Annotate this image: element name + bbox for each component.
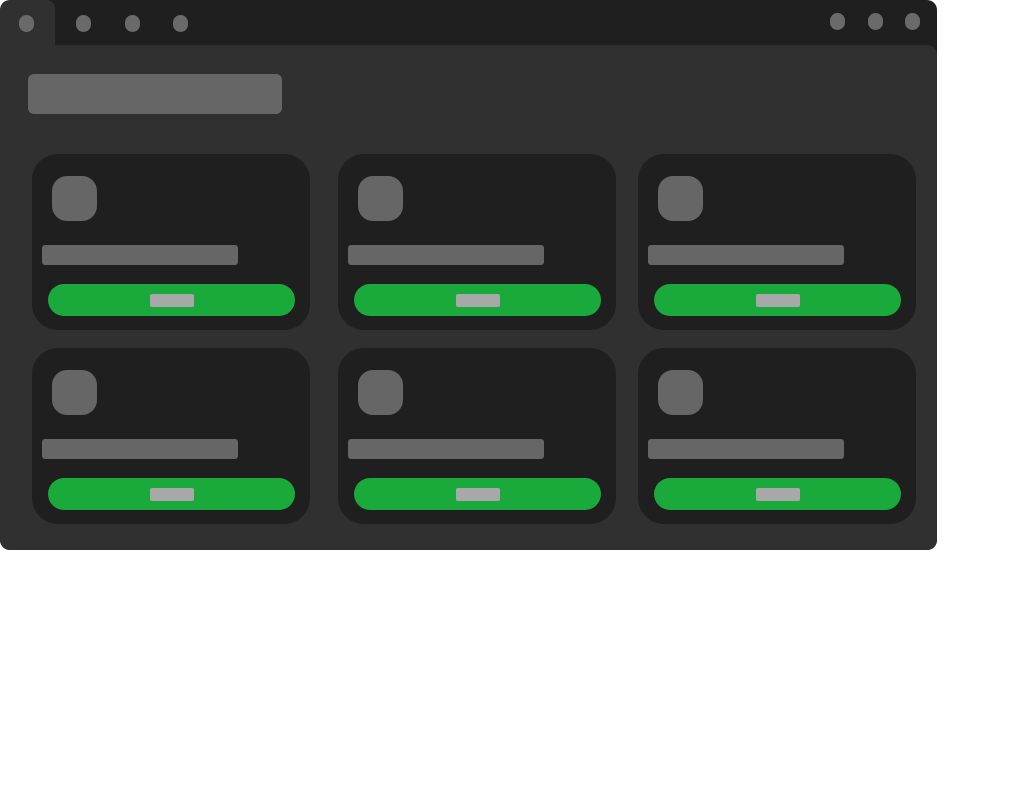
card-5 — [338, 348, 616, 524]
card-6-button[interactable] — [654, 478, 901, 510]
card-label — [348, 245, 544, 265]
tab-2[interactable] — [76, 15, 91, 32]
card-label — [648, 439, 844, 459]
card-button-label — [756, 488, 800, 501]
page-title — [28, 74, 282, 114]
card-4 — [32, 348, 310, 524]
card-label — [348, 439, 544, 459]
placeholder-icon — [658, 370, 703, 415]
tab-3[interactable] — [125, 15, 140, 32]
placeholder-icon — [358, 176, 403, 221]
card-2 — [338, 154, 616, 330]
card-3-button[interactable] — [654, 284, 901, 316]
main-content — [0, 45, 937, 550]
tab-4[interactable] — [173, 15, 188, 32]
card-button-label — [150, 294, 194, 307]
card-1 — [32, 154, 310, 330]
card-4-button[interactable] — [48, 478, 295, 510]
card-button-label — [756, 294, 800, 307]
app-window — [0, 0, 937, 550]
card-button-label — [456, 294, 500, 307]
card-button-label — [456, 488, 500, 501]
card-2-button[interactable] — [354, 284, 601, 316]
minimize-button[interactable] — [830, 13, 845, 30]
card-3 — [638, 154, 916, 330]
placeholder-icon — [52, 176, 97, 221]
tab-1-icon — [19, 15, 34, 32]
card-5-button[interactable] — [354, 478, 601, 510]
close-button[interactable] — [905, 13, 920, 30]
card-label — [42, 245, 238, 265]
placeholder-icon — [52, 370, 97, 415]
card-6 — [638, 348, 916, 524]
placeholder-icon — [658, 176, 703, 221]
maximize-button[interactable] — [868, 13, 883, 30]
card-label — [648, 245, 844, 265]
card-1-button[interactable] — [48, 284, 295, 316]
card-button-label — [150, 488, 194, 501]
card-label — [42, 439, 238, 459]
placeholder-icon — [358, 370, 403, 415]
